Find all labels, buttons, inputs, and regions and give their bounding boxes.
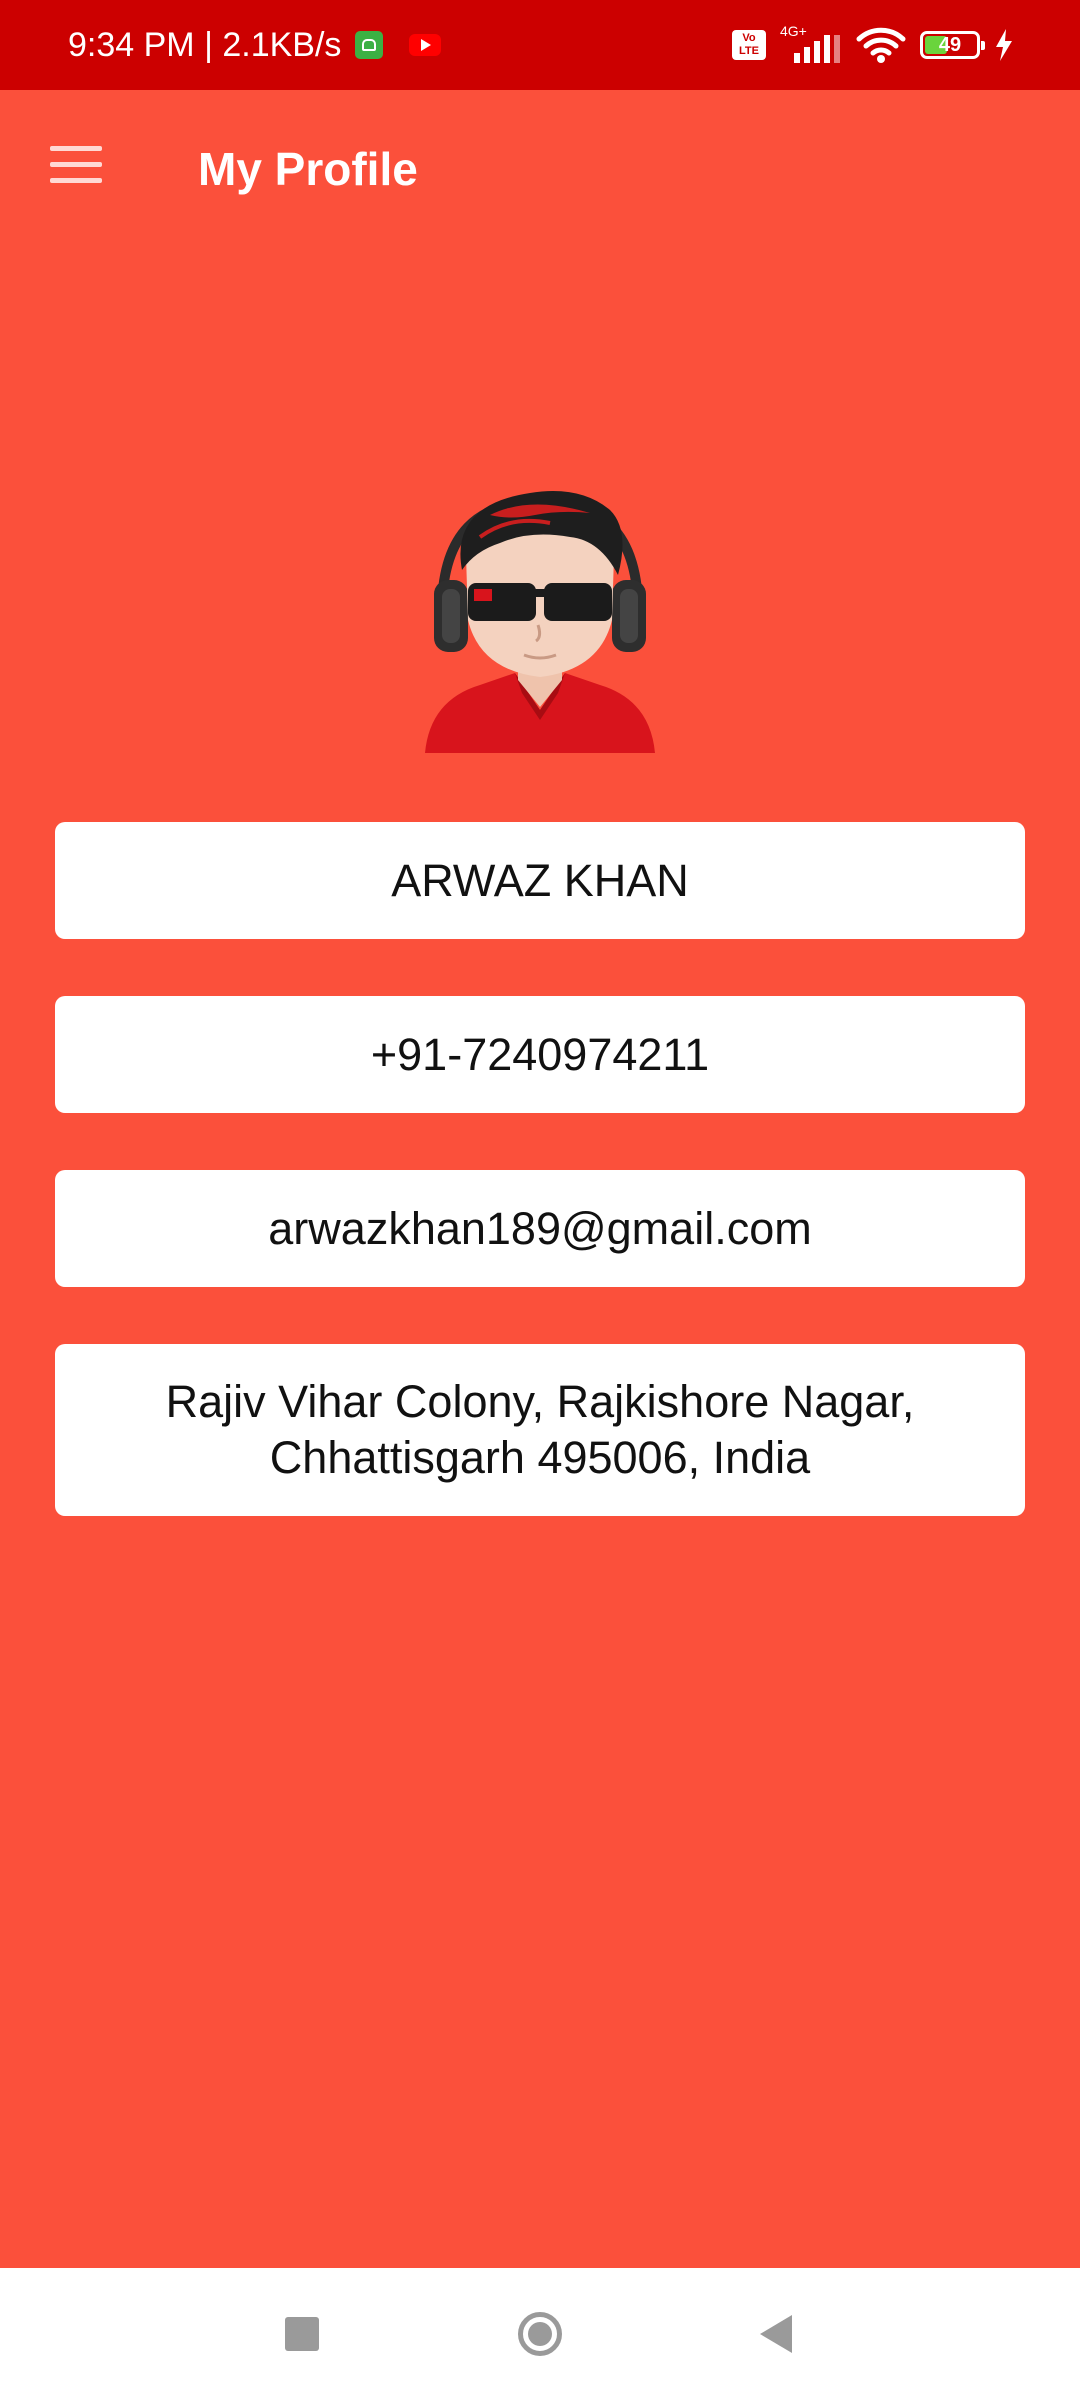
status-right: Vo LTE 4G+ 49 <box>732 0 1014 90</box>
email-card: arwazkhan189@gmail.com <box>55 1170 1025 1287</box>
status-left: 9:34 PM | 2.1KB/s <box>68 0 442 90</box>
avatar <box>420 485 660 755</box>
page-title: My Profile <box>198 143 418 195</box>
recents-square-icon <box>285 2317 319 2351</box>
charging-bolt-icon <box>994 29 1014 61</box>
wifi-icon <box>856 25 906 65</box>
back-triangle-icon <box>760 2315 792 2353</box>
back-button[interactable] <box>736 2268 816 2400</box>
status-bar: 9:34 PM | 2.1KB/s Vo LTE 4G+ 49 <box>0 0 1080 90</box>
address-card: Rajiv Vihar Colony, Rajkishore Nagar, Ch… <box>55 1344 1025 1516</box>
home-button[interactable] <box>500 2268 580 2400</box>
battery-level: 49 <box>938 34 962 56</box>
volte-line2: LTE <box>739 45 759 57</box>
home-circle-icon <box>518 2312 562 2356</box>
system-nav-bar <box>0 2268 1080 2400</box>
battery-icon: 49 <box>920 31 985 59</box>
profile-name: ARWAZ KHAN <box>391 854 689 906</box>
name-card: ARWAZ KHAN <box>55 822 1025 939</box>
battery-cap <box>981 41 985 50</box>
cartoon-avatar-icon <box>425 491 655 753</box>
status-time-speed: 9:34 PM | 2.1KB/s <box>68 25 342 64</box>
signal-bars <box>794 35 840 63</box>
profile-phone: +91-7240974211 <box>370 1028 710 1080</box>
volte-line1: Vo <box>742 32 756 44</box>
profile-address: Rajiv Vihar Colony, Rajkishore Nagar, Ch… <box>165 1376 915 1483</box>
android-app-icon <box>355 31 384 59</box>
hamburger-menu-icon[interactable] <box>50 146 102 184</box>
profile-email: arwazkhan189@gmail.com <box>268 1202 812 1254</box>
app-bar: My Profile <box>0 90 1080 248</box>
recents-button[interactable] <box>262 2268 342 2400</box>
youtube-icon <box>409 34 442 56</box>
volte-icon: Vo LTE <box>732 30 766 60</box>
signal-icon: 4G+ <box>780 23 842 65</box>
phone-card: +91-7240974211 <box>55 996 1025 1113</box>
